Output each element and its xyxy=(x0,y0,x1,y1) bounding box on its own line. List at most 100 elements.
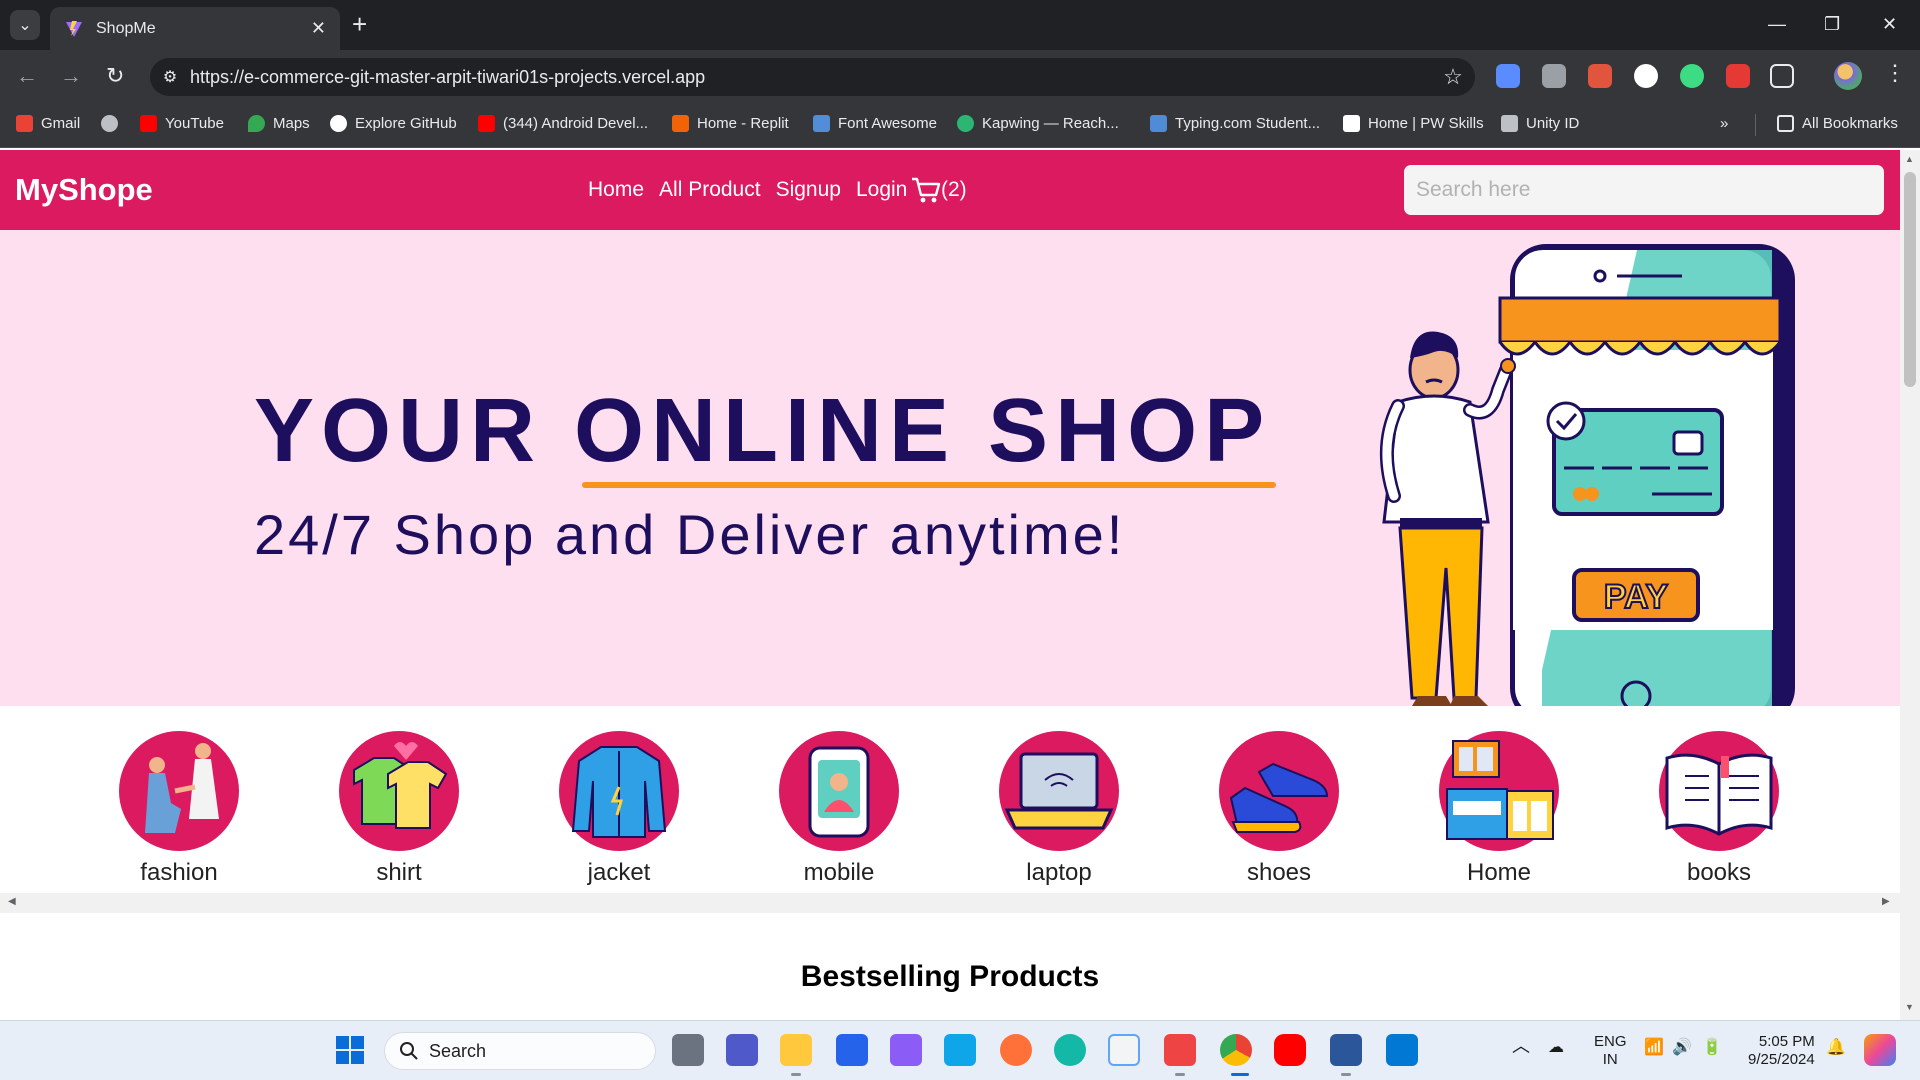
extension-green-icon[interactable] xyxy=(1680,64,1704,88)
chrome-icon[interactable] xyxy=(1220,1034,1252,1066)
category-laptop[interactable]: laptop xyxy=(979,731,1139,887)
category-shoes[interactable]: shoes xyxy=(1199,731,1359,887)
category-label: fashion xyxy=(140,859,218,886)
site-brand[interactable]: MyShope xyxy=(15,172,153,208)
bookmark-star-icon[interactable]: ☆ xyxy=(1431,64,1475,90)
all-bookmarks[interactable]: All Bookmarks xyxy=(1777,115,1898,132)
taskbar-search[interactable]: Search xyxy=(384,1032,656,1070)
category-horizontal-scrollbar[interactable]: ◀ ▶ xyxy=(0,893,1900,913)
nav-login-link[interactable]: Login xyxy=(856,178,907,202)
tab-title: ShopMe xyxy=(96,19,156,37)
firefox-icon[interactable] xyxy=(1000,1034,1032,1066)
bookmark-kapwing[interactable]: Kapwing — Reach... xyxy=(957,115,1119,132)
react-devtools-icon[interactable] xyxy=(1496,64,1520,88)
pay-label: PAY xyxy=(1604,578,1669,616)
volume-icon[interactable]: 🔊 xyxy=(1672,1039,1692,1057)
onedrive-icon[interactable]: ☁ xyxy=(1548,1039,1564,1057)
profile-avatar[interactable] xyxy=(1834,62,1862,90)
copilot-icon[interactable] xyxy=(1864,1034,1896,1066)
battery-icon[interactable]: 🔋 xyxy=(1702,1039,1722,1057)
bookmark-maps[interactable]: Maps xyxy=(248,115,310,132)
address-bar[interactable]: ⚙ https://e-commerce-git-master-arpit-ti… xyxy=(150,58,1475,96)
site-info-icon[interactable]: ⚙ xyxy=(150,67,190,87)
bookmarks-overflow-icon[interactable]: » xyxy=(1720,115,1728,132)
url-text[interactable]: https://e-commerce-git-master-arpit-tiwa… xyxy=(190,67,1431,88)
extension-circle-icon[interactable] xyxy=(1634,64,1658,88)
youtube-app-icon[interactable] xyxy=(1274,1034,1306,1066)
forward-button[interactable]: → xyxy=(60,62,82,90)
microsoft-store-icon[interactable] xyxy=(1108,1034,1140,1066)
category-shirt[interactable]: shirt xyxy=(319,731,479,887)
nav-signup-link[interactable]: Signup xyxy=(776,178,841,202)
close-window-button[interactable]: ✕ xyxy=(1882,10,1897,38)
bookmark-globe[interactable] xyxy=(101,115,126,132)
scrollbar-thumb[interactable] xyxy=(1904,172,1916,387)
category-label: shirt xyxy=(376,859,422,886)
language-indicator[interactable]: ENG IN xyxy=(1594,1033,1627,1069)
bookmark-typing[interactable]: Typing.com Student... xyxy=(1150,115,1320,132)
file-explorer-icon[interactable] xyxy=(780,1034,812,1066)
cart-link[interactable]: (2) xyxy=(911,176,967,204)
vscode-icon[interactable] xyxy=(1386,1034,1418,1066)
edge-icon[interactable] xyxy=(1054,1034,1086,1066)
jacket-icon xyxy=(571,746,667,838)
category-label: laptop xyxy=(1026,859,1092,886)
word-icon[interactable] xyxy=(1330,1034,1362,1066)
wifi-icon[interactable]: 📶 xyxy=(1644,1039,1664,1057)
tray-overflow-icon[interactable]: ︿ xyxy=(1512,1037,1530,1055)
shoes-icon xyxy=(1229,762,1329,833)
extension-window-icon[interactable] xyxy=(1542,64,1566,88)
clipchamp-icon[interactable] xyxy=(890,1034,922,1066)
app-blue-icon[interactable] xyxy=(836,1034,868,1066)
scroll-up-icon[interactable]: ▲ xyxy=(1905,154,1914,164)
hero-subtitle: 24/7 Shop and Deliver anytime! xyxy=(254,503,1126,566)
category-home[interactable]: Home xyxy=(1419,731,1579,887)
site-search-input[interactable] xyxy=(1404,165,1884,215)
category-label: mobile xyxy=(803,859,875,886)
nav-all-product-link[interactable]: All Product xyxy=(659,178,761,202)
category-jacket[interactable]: jacket xyxy=(539,731,699,887)
reload-button[interactable]: ↻ xyxy=(106,62,124,90)
extension-cast-icon[interactable] xyxy=(1588,64,1612,88)
category-mobile[interactable]: mobile xyxy=(759,731,919,887)
teams-icon[interactable] xyxy=(726,1034,758,1066)
active-tab[interactable]: ShopMe ✕ xyxy=(50,7,340,50)
bookmark-gmail[interactable]: Gmail xyxy=(16,115,80,132)
category-books[interactable]: books xyxy=(1639,731,1799,887)
bookmark-font-awesome[interactable]: Font Awesome xyxy=(813,115,937,132)
scroll-right-icon[interactable]: ▶ xyxy=(1882,896,1890,907)
menu-kebab-icon[interactable]: ⋮ xyxy=(1884,60,1906,86)
nav-home-link[interactable]: Home xyxy=(588,178,644,202)
pw-skills-icon xyxy=(1343,115,1360,132)
back-button[interactable]: ← xyxy=(16,62,38,90)
mobile-icon xyxy=(808,746,870,838)
bookmark-unity[interactable]: Unity ID xyxy=(1501,115,1579,132)
minimize-button[interactable]: — xyxy=(1768,10,1786,38)
notification-bell-icon[interactable]: 🔔 xyxy=(1826,1039,1846,1057)
restore-button[interactable]: ❐ xyxy=(1824,10,1840,38)
bookmark-android-devel[interactable]: (344) Android Devel... xyxy=(478,115,648,132)
hero-illustration: PAY xyxy=(1379,244,1795,706)
extension-red-icon[interactable] xyxy=(1726,64,1750,88)
browser-toolbar: ← → ↻ ⚙ https://e-commerce-git-master-ar… xyxy=(0,50,1920,102)
new-tab-button[interactable]: + xyxy=(352,9,367,39)
bookmark-pw-skills[interactable]: Home | PW Skills xyxy=(1343,115,1484,132)
scroll-left-icon[interactable]: ◀ xyxy=(8,896,16,907)
snipping-tool-icon[interactable] xyxy=(1164,1034,1196,1066)
tab-close-icon[interactable]: ✕ xyxy=(311,18,326,39)
bookmarks-bar: Gmail YouTube Maps Explore GitHub (344) … xyxy=(0,102,1920,148)
clock[interactable]: 5:05 PM 9/25/2024 xyxy=(1748,1033,1815,1069)
task-view-icon[interactable] xyxy=(672,1034,704,1066)
bookmark-github[interactable]: Explore GitHub xyxy=(330,115,457,132)
tab-search-button[interactable]: ⌄ xyxy=(10,10,40,40)
category-fashion[interactable]: fashion xyxy=(99,731,259,887)
taskbar-search-label: Search xyxy=(429,1040,487,1061)
scroll-down-icon[interactable]: ▼ xyxy=(1905,1002,1914,1012)
whiteboard-icon[interactable] xyxy=(944,1034,976,1066)
page-vertical-scrollbar[interactable]: ▲ ▼ xyxy=(1900,150,1920,1020)
windows-taskbar: Search ︿ ☁ ENG IN 📶 🔊 🔋 5:05 PM 9/25/202… xyxy=(0,1020,1920,1080)
windows-start-icon[interactable] xyxy=(334,1034,366,1066)
extensions-puzzle-icon[interactable] xyxy=(1770,64,1794,88)
bookmark-youtube[interactable]: YouTube xyxy=(140,115,224,132)
bookmark-replit[interactable]: Home - Replit xyxy=(672,115,789,132)
